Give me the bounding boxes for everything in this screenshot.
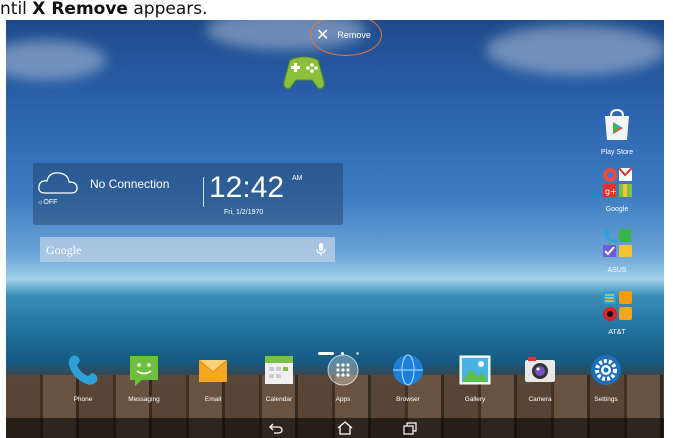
wallpaper-cloud (486, 25, 664, 75)
dock-app-settings[interactable]: Settings (583, 353, 629, 403)
gamepad-icon[interactable] (280, 52, 328, 92)
app-label: AT&T (608, 329, 626, 336)
google-logo: Google (46, 243, 82, 257)
google-search-bar[interactable]: Google (40, 237, 335, 262)
google-folder-icon: g+ (603, 167, 633, 197)
back-icon (269, 423, 283, 434)
folder-asus[interactable]: ASUS (592, 226, 642, 274)
caption-bold: X Remove (32, 0, 128, 19)
gallery-icon (459, 355, 491, 385)
app-label: ASUS (607, 267, 627, 274)
app-label: Settings (594, 396, 618, 403)
dock-app-camera[interactable]: Camera (517, 353, 563, 403)
caption-prefix: ntil (0, 0, 33, 19)
cloud-icon (38, 172, 78, 194)
app-label: Play Store (600, 149, 634, 156)
recents-icon (403, 421, 417, 435)
weather-clock-widget[interactable]: No Connection ☼OFF 12:42 AM Fri, 1/2/197… (33, 163, 343, 225)
phone-icon (68, 355, 98, 385)
calendar-icon (265, 356, 293, 384)
app-label: Phone (73, 396, 93, 403)
home-icon (337, 421, 353, 435)
att-folder-icon (603, 291, 632, 321)
app-label: Messaging (128, 396, 160, 403)
wallpaper-cloud (6, 40, 106, 80)
app-label: Gallery (464, 396, 486, 403)
settings-icon (591, 355, 621, 385)
app-label: Calendar (265, 396, 293, 403)
app-label: Browser (396, 396, 420, 403)
caption-suffix: appears. (127, 0, 208, 19)
highlight-ring (310, 20, 382, 56)
app-label: Google (605, 206, 629, 213)
clock-date: Fri, 1/2/1970 (224, 209, 264, 216)
instruction-caption: ntil X Remove appears. (0, 0, 673, 22)
dock-app-browser[interactable]: Browser (385, 353, 431, 403)
dock-app-messaging[interactable]: Messaging (121, 353, 167, 403)
dock-app-gallery[interactable]: Gallery (452, 353, 498, 403)
back-button[interactable] (264, 418, 288, 438)
dock-app-apps[interactable]: Apps (320, 353, 366, 403)
folder-att[interactable]: AT&T (592, 288, 642, 336)
app-play-store[interactable]: Play Store (592, 108, 642, 156)
widget-divider (203, 177, 204, 207)
dock-app-email[interactable]: Email (190, 353, 236, 403)
svg-text:g+: g+ (605, 187, 617, 196)
browser-icon (393, 354, 423, 386)
app-label: Email (204, 396, 222, 403)
messaging-icon (130, 356, 158, 386)
dock-app-phone[interactable]: Phone (60, 353, 106, 403)
weather-status: No Connection (90, 177, 170, 191)
app-label: Apps (335, 396, 351, 403)
clock-ampm: AM (292, 175, 303, 182)
weather-toggle[interactable]: ☼OFF (37, 199, 57, 206)
recents-button[interactable] (398, 418, 422, 438)
mic-icon[interactable] (315, 242, 327, 257)
home-screen: ✕ Remove No Connection ☼OFF 12:42 AM Fri… (6, 20, 664, 438)
apps-icon (327, 354, 359, 386)
clock-time: 12:42 (209, 171, 285, 204)
email-icon (198, 359, 228, 382)
play-store-icon (605, 108, 629, 140)
asus-folder-icon (603, 229, 632, 257)
dock-app-calendar[interactable]: Calendar (256, 353, 302, 403)
camera-icon (525, 357, 555, 382)
home-button[interactable] (333, 418, 357, 438)
folder-google[interactable]: g+ Google (592, 165, 642, 213)
app-label: Camera (528, 396, 552, 403)
